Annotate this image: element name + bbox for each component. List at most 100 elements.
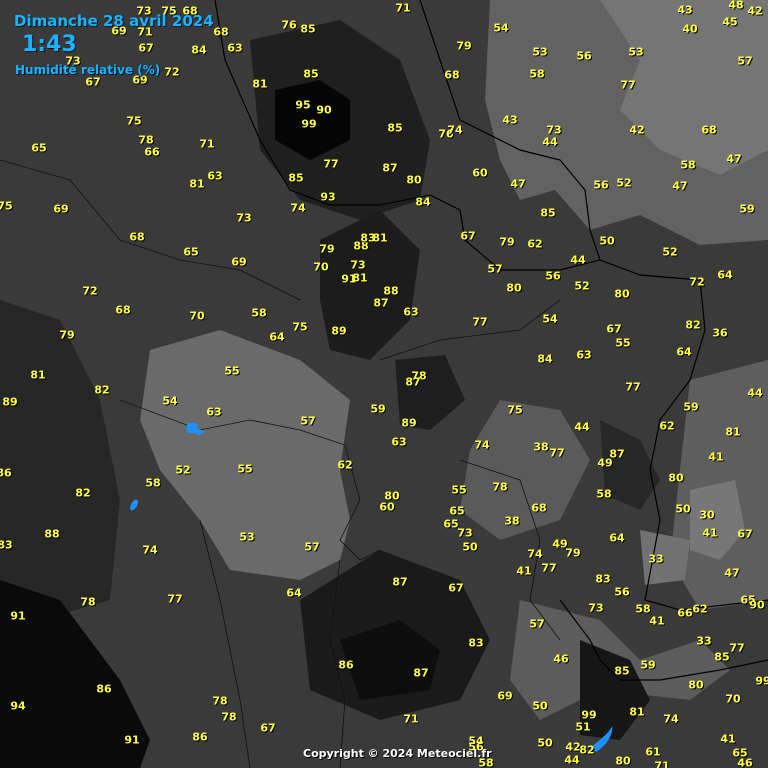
station-value: 79: [319, 242, 335, 256]
station-value: 85: [614, 664, 630, 678]
station-value: 52: [175, 463, 191, 477]
station-value: 52: [662, 245, 678, 259]
station-value: 44: [542, 135, 558, 149]
station-value: 57: [487, 262, 503, 276]
station-value: 70: [189, 309, 205, 323]
station-value: 59: [640, 658, 656, 672]
station-value: 95: [295, 98, 311, 112]
station-value: 50: [462, 540, 478, 554]
station-value: 80: [615, 754, 631, 768]
station-value: 41: [702, 526, 718, 540]
station-value: 94: [10, 699, 26, 713]
station-value: 65: [31, 141, 47, 155]
station-value: 41: [649, 614, 665, 628]
station-value: 75: [292, 320, 308, 334]
station-value: 45: [722, 15, 738, 29]
station-value: 56: [545, 269, 561, 283]
station-value: 57: [304, 540, 320, 554]
station-value: 79: [456, 39, 472, 53]
station-value: 99: [755, 674, 768, 688]
station-value: 91: [124, 733, 140, 747]
station-value: 77: [167, 592, 183, 606]
station-value: 56: [576, 49, 592, 63]
station-value: 53: [628, 45, 644, 59]
station-value: 58: [145, 476, 161, 490]
station-value: 67: [85, 75, 101, 89]
station-value: 82: [579, 743, 595, 757]
station-value: 77: [729, 641, 745, 655]
station-value: 55: [224, 364, 240, 378]
station-value: 81: [30, 368, 46, 382]
station-value: 77: [549, 446, 565, 460]
station-value: 46: [737, 756, 753, 768]
station-value: 46: [553, 652, 569, 666]
station-value: 44: [564, 753, 580, 767]
station-value: 86: [338, 658, 354, 672]
station-value: 55: [615, 336, 631, 350]
station-value: 78: [80, 595, 96, 609]
station-value: 47: [724, 566, 740, 580]
station-value: 50: [675, 502, 691, 516]
station-value: 62: [337, 458, 353, 472]
station-value: 67: [138, 41, 154, 55]
humidity-map: 73 75 68 68 76 85 71 69 71 67 84 63 73 69 72 67 81 85 79 68…: [0, 0, 768, 768]
map-time: 1:43: [22, 32, 77, 57]
station-value: 38: [533, 440, 549, 454]
station-value: 79: [59, 328, 75, 342]
station-value: 70: [313, 260, 329, 274]
station-value: 53: [239, 530, 255, 544]
station-value: 85: [714, 650, 730, 664]
station-value: 71: [654, 759, 670, 768]
station-value: 89: [331, 324, 347, 338]
station-value: 74: [527, 547, 543, 561]
station-value: 84: [191, 43, 207, 57]
station-value: 68: [115, 303, 131, 317]
station-value: 71: [403, 712, 419, 726]
station-value: 79: [565, 546, 581, 560]
station-value: 41: [720, 732, 736, 746]
station-value: 75: [0, 199, 13, 213]
humidity-field: [0, 0, 768, 768]
station-value: 77: [625, 380, 641, 394]
station-value: 30: [699, 508, 715, 522]
station-value: 72: [82, 284, 98, 298]
station-value: 58: [680, 158, 696, 172]
station-value: 67: [737, 527, 753, 541]
station-value: 82: [685, 318, 701, 332]
station-value: 87: [413, 666, 429, 680]
map-date: Dimanche 28 avril 2024: [14, 12, 214, 30]
station-value: 85: [288, 171, 304, 185]
station-value: 68: [444, 68, 460, 82]
station-value: 81: [252, 77, 268, 91]
station-value: 74: [447, 123, 463, 137]
station-value: 56: [614, 585, 630, 599]
station-value: 87: [382, 161, 398, 175]
station-value: 72: [164, 65, 180, 79]
station-value: 64: [676, 345, 692, 359]
station-value: 42: [629, 123, 645, 137]
station-value: 66: [677, 606, 693, 620]
station-value: 68: [129, 230, 145, 244]
station-value: 69: [231, 255, 247, 269]
station-value: 52: [574, 279, 590, 293]
station-value: 70: [725, 692, 741, 706]
station-value: 64: [609, 531, 625, 545]
station-value: 85: [303, 67, 319, 81]
station-value: 74: [474, 438, 490, 452]
station-value: 81: [189, 177, 205, 191]
station-value: 55: [451, 483, 467, 497]
station-value: 80: [506, 281, 522, 295]
station-value: 65: [449, 504, 465, 518]
station-value: 85: [387, 121, 403, 135]
station-value: 67: [448, 581, 464, 595]
station-value: 93: [320, 190, 336, 204]
station-value: 68: [531, 501, 547, 515]
station-value: 57: [737, 54, 753, 68]
station-value: 78: [212, 694, 228, 708]
copyright-notice: Copyright © 2024 Meteociel.fr: [303, 747, 492, 760]
station-value: 53: [532, 45, 548, 59]
station-value: 89: [401, 416, 417, 430]
station-value: 81: [725, 425, 741, 439]
station-value: 77: [323, 157, 339, 171]
station-value: 82: [75, 486, 91, 500]
